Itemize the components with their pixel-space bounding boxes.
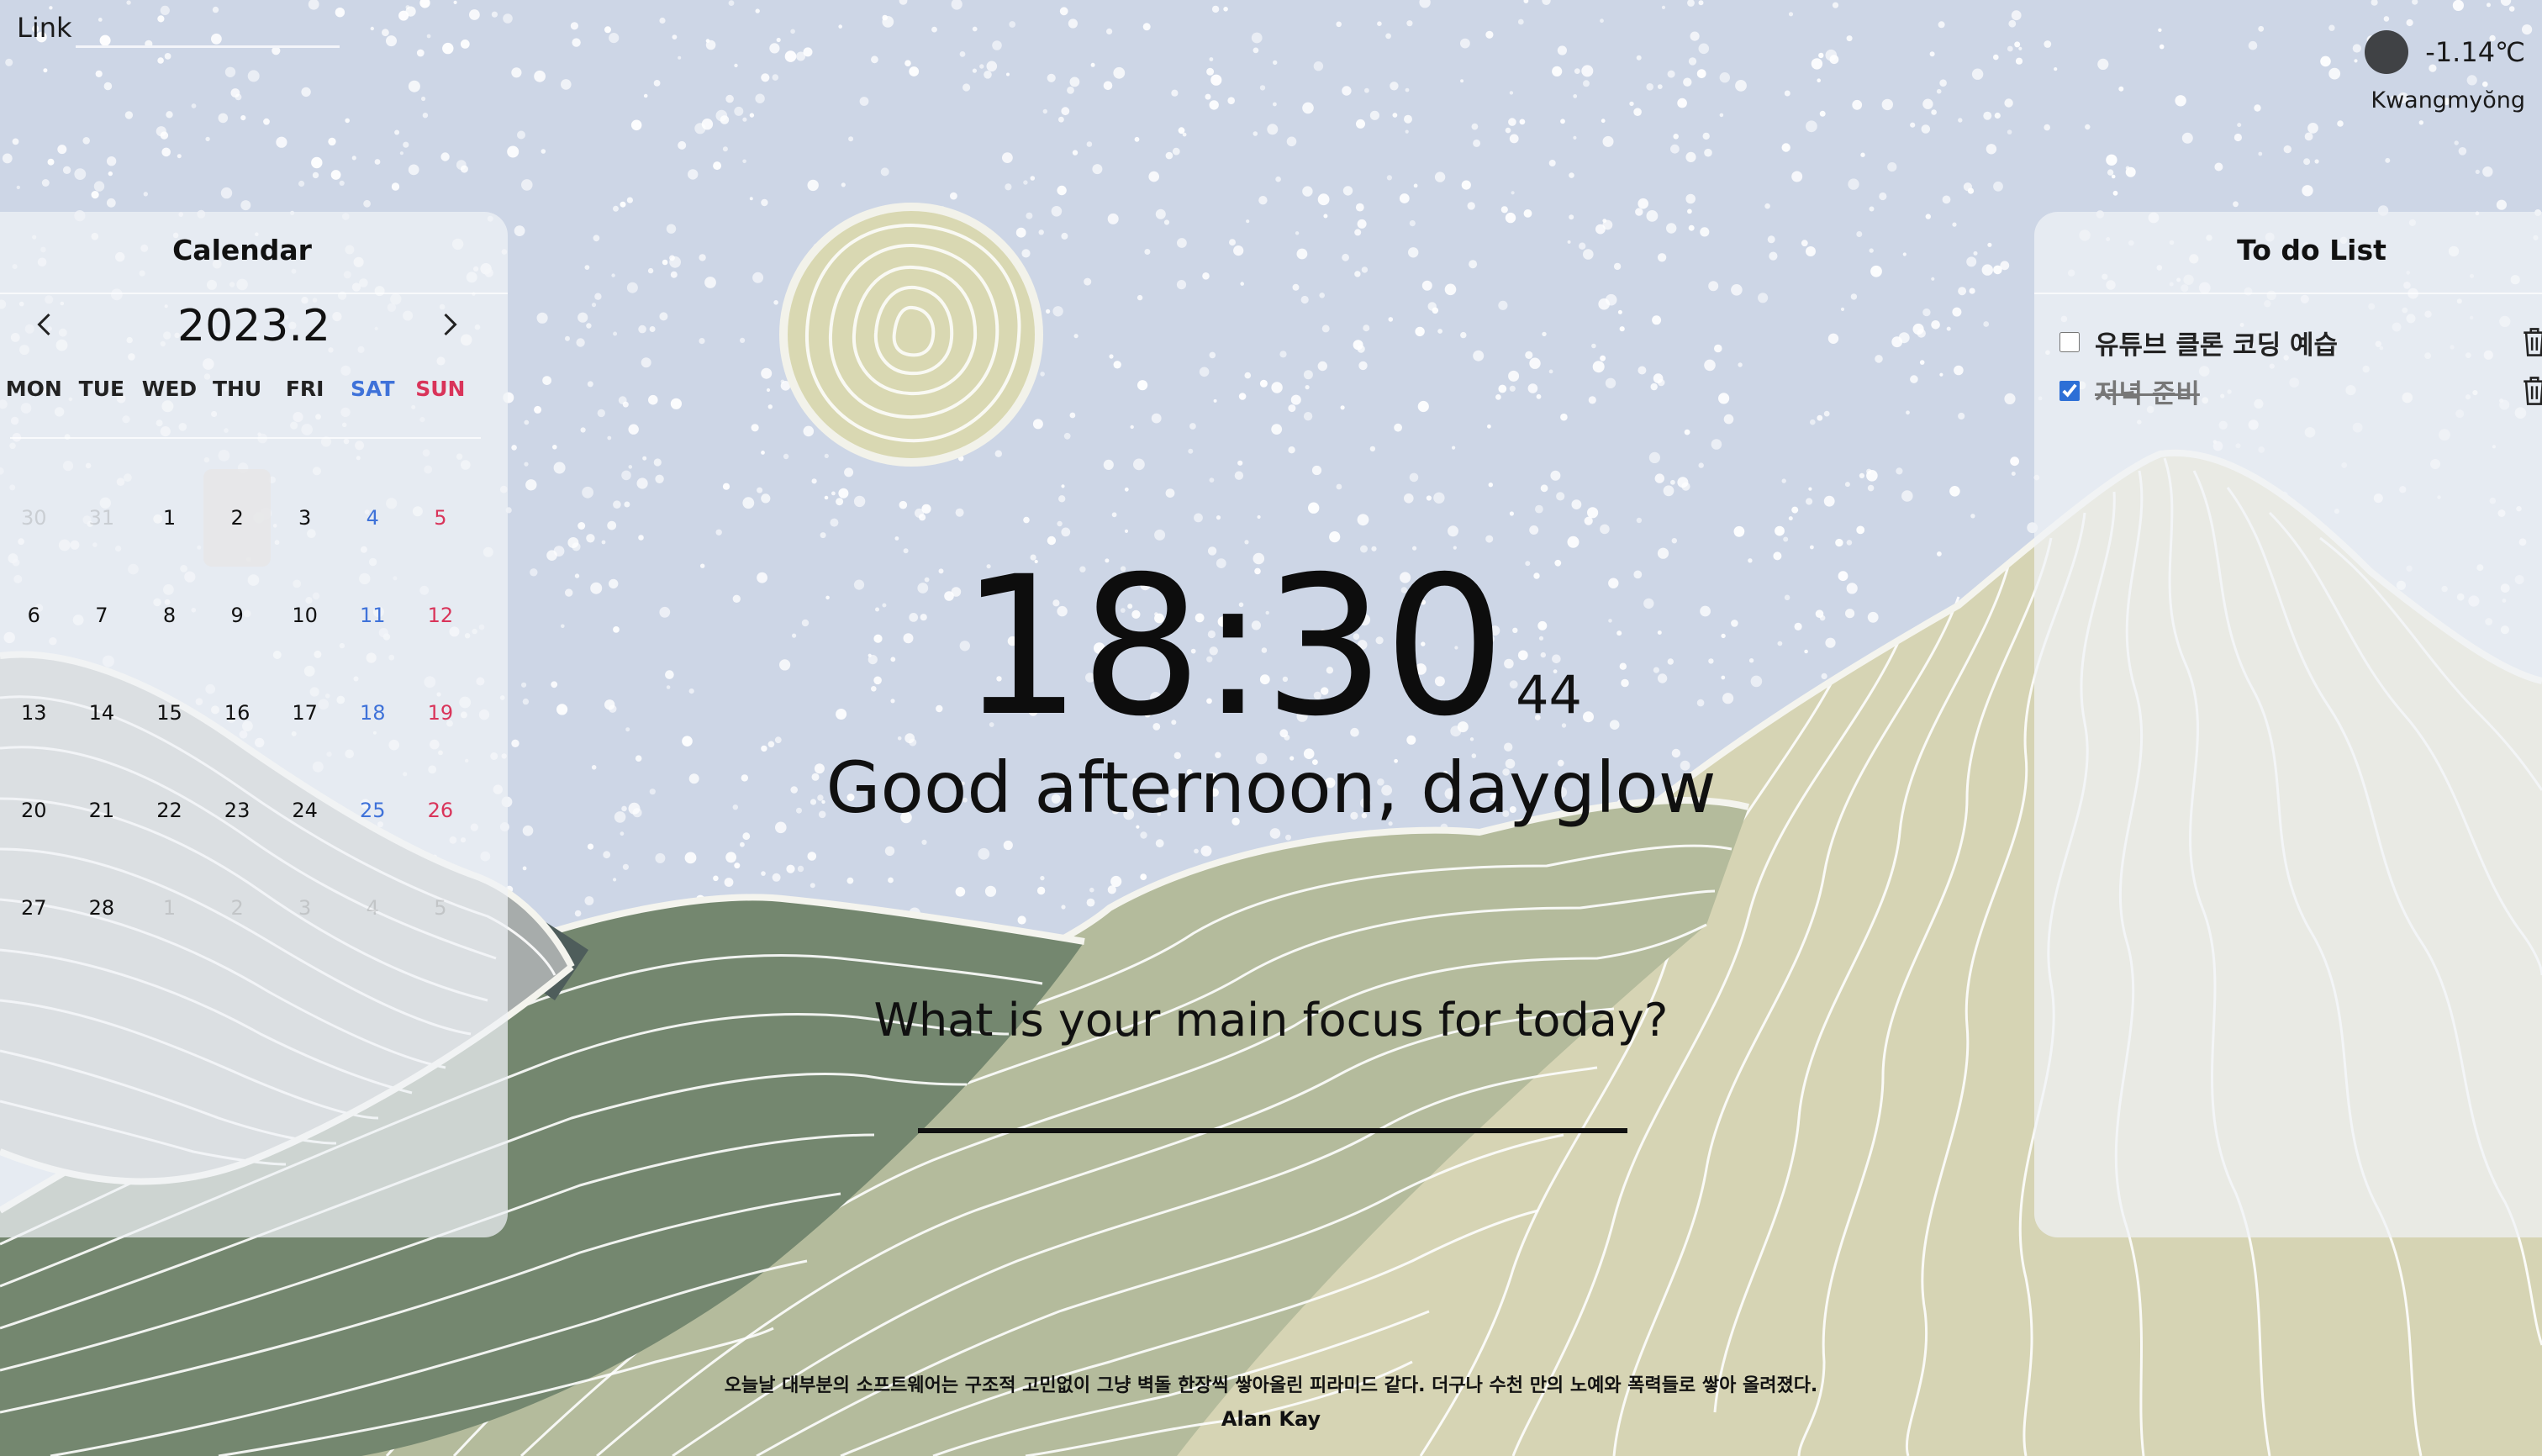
temperature: -1.14℃: [2425, 36, 2525, 68]
sun-illustration: [779, 203, 1043, 467]
todo-item: 저녁 준비: [2058, 367, 2542, 415]
calendar-day[interactable]: 28: [68, 859, 136, 957]
dow-label: SUN: [415, 377, 466, 401]
dow-label: TUE: [78, 377, 125, 401]
calendar-header: 2023.2: [0, 298, 508, 365]
weather-icon: [2365, 30, 2409, 74]
dow-label: WED: [141, 377, 198, 401]
dow-label: FRI: [285, 377, 324, 401]
clock-time: 18:30: [960, 535, 1506, 758]
todo-item: 유튜브 클론 코딩 예습: [2058, 318, 2542, 367]
quote-text: 오늘날 대부분의 소프트웨어는 구조적 고민없이 그냥 벽돌 한장씩 쌓아올린 …: [724, 1375, 1818, 1396]
calendar-week: 27 28 1 2 3 4 5: [0, 859, 508, 957]
todo-list: 유튜브 클론 코딩 예습 저녁 준비: [2058, 318, 2542, 415]
quote-author: Alan Kay: [1221, 1407, 1321, 1431]
clock-seconds: 44: [1516, 664, 1582, 725]
todo-text: 유튜브 클론 코딩 예습: [2095, 330, 2339, 361]
calendar-day[interactable]: 1: [135, 859, 203, 957]
clock: 18:30 44: [0, 535, 2542, 758]
focus-question: What is your main focus for today?: [873, 994, 1669, 1047]
weather-row: -1.14℃: [2365, 30, 2525, 74]
trash-icon[interactable]: [2520, 325, 2542, 359]
weather-widget: -1.14℃ Kwangmyŏng: [2365, 30, 2525, 113]
city-name: Kwangmyŏng: [2371, 87, 2525, 113]
calendar-day[interactable]: 3: [271, 859, 339, 957]
todo-text: 저녁 준비: [2095, 378, 2200, 409]
calendar-divider: [10, 437, 481, 439]
calendar-day[interactable]: 27: [0, 859, 68, 957]
calendar-month: 2023.2: [177, 301, 330, 351]
calendar-day[interactable]: 4: [339, 859, 407, 957]
link-input[interactable]: [76, 40, 340, 48]
calendar-day[interactable]: 2: [203, 859, 272, 957]
dow-label: THU: [212, 377, 262, 401]
dow-label: SAT: [351, 377, 395, 401]
todo-title: To do List: [2034, 212, 2542, 294]
trash-icon[interactable]: [2520, 374, 2542, 408]
calendar-title: Calendar: [0, 212, 508, 294]
calendar-day[interactable]: 5: [407, 859, 475, 957]
todo-checkbox[interactable]: [2059, 381, 2080, 401]
todo-checkbox[interactable]: [2059, 332, 2080, 352]
greeting: Good afternoon, dayglow: [825, 746, 1717, 829]
dow-label: MON: [5, 377, 62, 401]
link-area: Link: [17, 12, 340, 48]
days-of-week: MON TUE WED THU FRI SAT SUN: [0, 377, 508, 401]
link-label[interactable]: Link: [17, 12, 72, 44]
chevron-right-icon[interactable]: [434, 309, 464, 340]
focus-input[interactable]: [918, 1093, 1627, 1133]
